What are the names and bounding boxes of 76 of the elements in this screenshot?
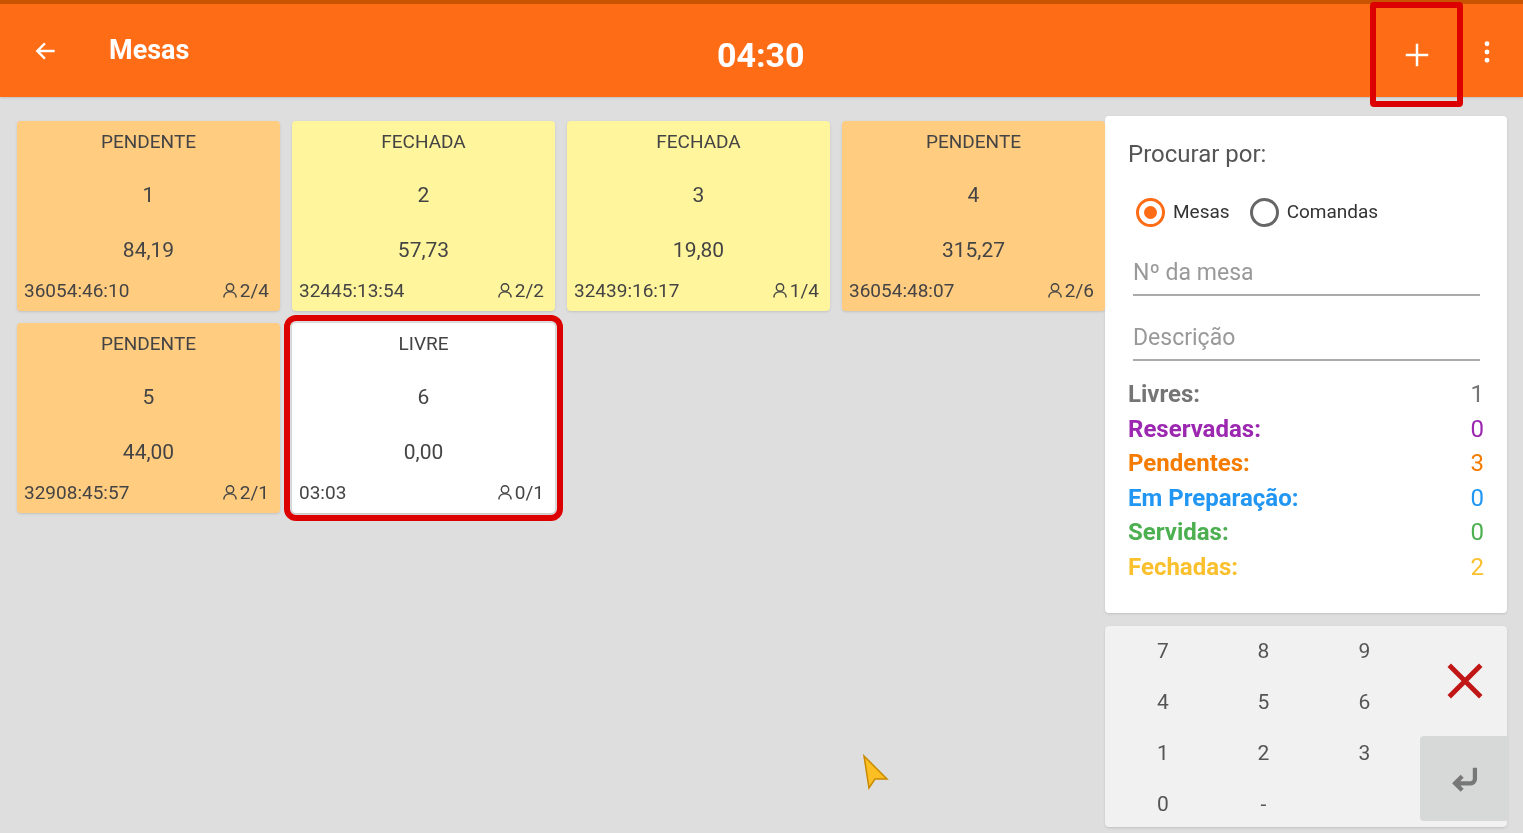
table-total: 84,19	[122, 238, 175, 262]
input-field[interactable]: Descrição	[1133, 316, 1480, 361]
elapsed-time: 32439:16:17	[574, 277, 680, 304]
table-number: 2	[417, 183, 430, 207]
stat-label: Pendentes:	[1128, 448, 1250, 479]
guest-count: 2/6	[1064, 277, 1094, 304]
radio-option[interactable]: Mesas	[1136, 198, 1230, 227]
keypad-key[interactable]: 3	[1314, 728, 1415, 779]
guest-count: 1/4	[789, 277, 819, 304]
keypad-key[interactable]: 9	[1314, 626, 1415, 677]
screen-title: Mesas	[109, 33, 190, 69]
person-icon	[222, 484, 237, 502]
person-icon	[497, 282, 512, 300]
stat-label: Em Preparação:	[1128, 482, 1299, 514]
table-card[interactable]: PENDENTE 5 44,00 32908:45:57 2/1	[17, 323, 280, 513]
elapsed-time: 03:03	[299, 479, 347, 506]
guest-count: 0/1	[514, 479, 544, 506]
enter-button[interactable]	[1420, 736, 1509, 821]
stat-label: Servidas:	[1128, 517, 1229, 548]
elapsed-time: 36054:46:10	[24, 277, 130, 304]
table-status: FECHADA	[656, 130, 741, 154]
table-status: PENDENTE	[101, 130, 196, 154]
table-number: 5	[142, 385, 155, 409]
stat-value: 0	[1470, 413, 1484, 445]
keypad-key[interactable]: 7	[1113, 626, 1213, 677]
person-icon	[772, 282, 787, 300]
keypad-key[interactable]: 1	[1113, 728, 1213, 779]
table-total: 57,73	[397, 238, 450, 262]
keypad-key[interactable]: 6	[1314, 677, 1415, 728]
keypad-key[interactable]: -	[1213, 779, 1314, 830]
elapsed-time: 32908:45:57	[24, 479, 130, 506]
stat-value: 0	[1470, 517, 1484, 548]
table-number: 6	[417, 385, 430, 409]
clock: 04:30	[717, 34, 805, 77]
person-icon	[1047, 282, 1062, 300]
table-card[interactable]: FECHADA 2 57,73 32445:13:54 2/2	[292, 121, 555, 311]
guest-count: 2/1	[239, 479, 269, 506]
stat-label: Livres:	[1128, 379, 1201, 410]
table-total: 19,80	[672, 238, 725, 262]
keypad-key[interactable]: 2	[1213, 728, 1314, 779]
keypad-key[interactable]: 4	[1113, 677, 1213, 728]
guest-count: 2/4	[239, 277, 269, 304]
table-status: LIVRE	[398, 332, 449, 356]
stat-value: 1	[1470, 379, 1484, 410]
table-card[interactable]: PENDENTE 1 84,19 36054:46:10 2/4	[17, 121, 280, 311]
stat-label: Reservadas:	[1128, 413, 1261, 445]
table-card[interactable]: PENDENTE 4 315,27 36054:48:07 2/6	[842, 121, 1105, 311]
stat-value: 3	[1470, 448, 1484, 479]
guest-count: 2/2	[514, 277, 544, 304]
radio-button[interactable]	[1249, 198, 1279, 227]
add-icon[interactable]	[1370, 2, 1463, 107]
keypad-key[interactable]: 8	[1213, 626, 1314, 677]
elapsed-time: 36054:48:07	[849, 277, 955, 304]
person-icon	[497, 484, 512, 502]
input-field[interactable]: Nº da mesa	[1133, 251, 1480, 296]
pointer-cursor-icon	[862, 754, 889, 790]
stat-label: Fechadas:	[1128, 551, 1239, 583]
stat-value: 2	[1470, 551, 1484, 583]
table-number: 4	[967, 183, 980, 207]
table-status: FECHADA	[381, 130, 466, 154]
keypad-key[interactable]: 5	[1213, 677, 1314, 728]
table-total: 315,27	[941, 238, 1006, 262]
table-total: 44,00	[122, 440, 175, 464]
table-number: 3	[692, 183, 705, 207]
table-card[interactable]: FECHADA 3 19,80 32439:16:17 1/4	[567, 121, 830, 311]
radio-option[interactable]: Comandas	[1249, 198, 1379, 227]
elapsed-time: 32445:13:54	[299, 277, 405, 304]
table-status: PENDENTE	[926, 130, 1021, 154]
radio-button[interactable]	[1136, 198, 1165, 227]
panel-heading: Procurar por:	[1128, 142, 1268, 166]
table-total: 0,00	[403, 440, 444, 464]
keypad-key[interactable]: 0	[1113, 779, 1213, 830]
table-status: PENDENTE	[101, 332, 196, 356]
stat-value: 0	[1470, 482, 1484, 514]
person-icon	[222, 282, 237, 300]
table-number: 1	[142, 183, 155, 207]
